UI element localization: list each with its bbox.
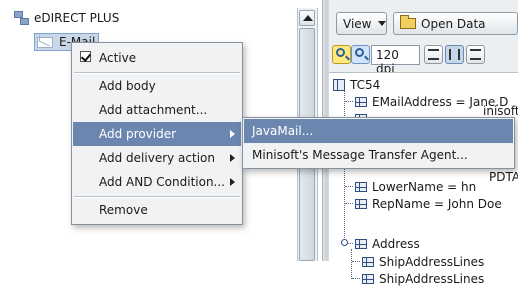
doc-node[interactable]: ShipAddressLines xyxy=(362,270,484,287)
zoom-out-icon xyxy=(336,48,345,57)
zoom-in-button[interactable] xyxy=(351,45,370,64)
field-icon xyxy=(355,198,367,209)
fit-page-icon xyxy=(470,49,481,60)
field-icon xyxy=(355,238,367,249)
menu-item-active[interactable]: Active xyxy=(73,46,241,70)
chevron-down-icon xyxy=(378,21,387,26)
doc-node-partial: inisoft xyxy=(483,104,518,118)
fit-height-icon xyxy=(428,49,439,60)
zoom-in-icon xyxy=(355,48,364,57)
submenu-arrow-icon xyxy=(230,178,235,186)
field-icon xyxy=(355,96,367,107)
menu-item-add-attachment[interactable]: Add attachment... xyxy=(73,98,241,122)
open-data-label: Open Data xyxy=(421,16,486,31)
view-label: View xyxy=(343,16,372,31)
doc-node[interactable]: Address xyxy=(355,235,420,252)
dpi-field[interactable]: 120 dpi xyxy=(371,45,420,76)
scroll-up-arrow-icon[interactable] xyxy=(299,10,315,26)
menu-item-remove[interactable]: Remove xyxy=(73,198,241,222)
menu-item-add-delivery-action[interactable]: Add delivery action xyxy=(73,146,241,170)
doc-node[interactable]: RepName = John Doe xyxy=(355,195,502,212)
submenu-item-javamail[interactable]: JavaMail... xyxy=(244,119,513,143)
tree-node-root[interactable]: eDIRECT PLUS xyxy=(14,10,119,26)
fit-width-button[interactable] xyxy=(445,45,464,64)
table-icon xyxy=(333,78,345,91)
tree-root-label: eDIRECT PLUS xyxy=(34,11,120,25)
doc-root-label: TC54 xyxy=(350,77,381,92)
submenu-item-minisoft-mta[interactable]: Minisoft's Message Transfer Agent... xyxy=(244,143,513,167)
menu-item-add-body[interactable]: Add body xyxy=(73,74,241,98)
folder-icon xyxy=(400,15,416,29)
doc-node-partial: PDTA xyxy=(489,170,518,184)
fit-page-button[interactable] xyxy=(466,45,485,64)
doc-node-root[interactable]: TC54 xyxy=(333,76,380,93)
fit-height-button[interactable] xyxy=(424,45,443,64)
menu-item-add-provider[interactable]: Add provider xyxy=(73,122,241,146)
context-menu: Active Add body Add attachment... Add pr… xyxy=(71,42,243,225)
tree-root-icon xyxy=(14,11,29,25)
field-icon xyxy=(362,273,374,284)
expand-toggle-icon[interactable] xyxy=(341,239,348,246)
field-icon xyxy=(355,181,367,192)
checkbox-checked-icon xyxy=(80,51,91,62)
zoom-out-button[interactable] xyxy=(332,45,351,64)
field-icon xyxy=(362,256,374,267)
doc-node[interactable]: ShipAddressLines xyxy=(362,253,484,270)
menu-item-add-and-condition[interactable]: Add AND Condition... xyxy=(73,170,241,194)
fit-width-icon xyxy=(449,49,460,60)
view-dropdown-button[interactable]: View xyxy=(336,12,387,35)
provider-submenu: JavaMail... Minisoft's Message Transfer … xyxy=(242,117,515,169)
envelope-icon xyxy=(37,36,53,48)
doc-node[interactable]: LowerName = hn xyxy=(355,178,476,195)
submenu-arrow-icon xyxy=(230,130,235,138)
open-data-button[interactable]: Open Data xyxy=(393,12,518,35)
submenu-arrow-icon xyxy=(230,154,235,162)
